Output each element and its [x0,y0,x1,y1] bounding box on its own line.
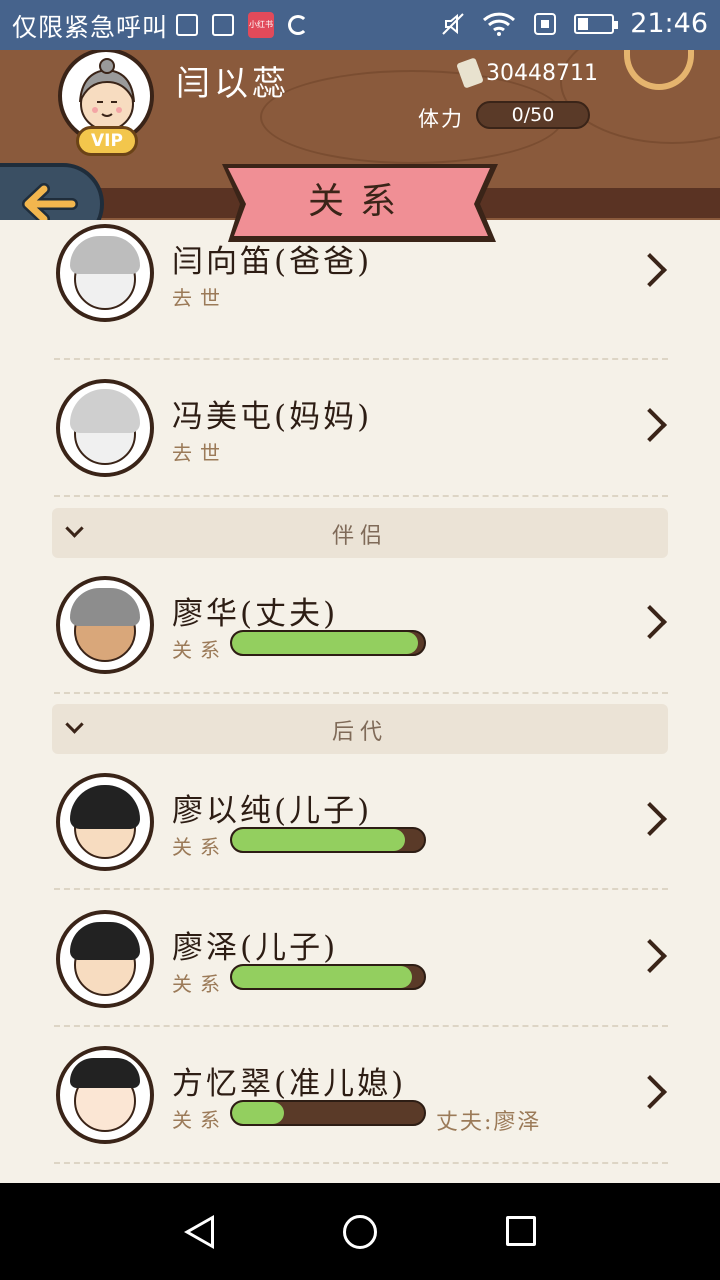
avatar-husband [56,576,154,674]
relationship-bar-fill [232,829,405,851]
avatar-hair [70,389,140,433]
coin-counter: 30448711 [456,57,598,89]
stamina-bar: 0/50 [476,101,590,129]
relationship-bar-fill [232,1102,284,1124]
mute-icon [442,12,464,35]
avatar-hair [70,1058,140,1088]
back-button[interactable] [0,163,104,220]
chevron-right-icon [633,408,667,442]
relation-name: 廖泽(儿子) [172,930,339,966]
sim-icon [176,14,198,36]
relationship-bar [230,1100,426,1126]
nav-home-icon[interactable] [343,1215,377,1249]
app-badge-icon: 小红书 [248,12,274,38]
image-icon [212,14,234,36]
section-header-partner[interactable]: 伴侣 [52,508,668,558]
relation-label: 关系 [172,638,228,662]
back-arrow-icon [22,183,78,220]
status-bar: 仅限紧急呼叫 小红书 21:46 [0,0,720,50]
divider [54,692,668,694]
relationship-bar [230,630,426,656]
section-header-descendants[interactable]: 后代 [52,704,668,754]
avatar-dad [56,224,154,322]
divider [54,1162,668,1164]
chevron-right-icon [633,605,667,639]
avatar-hair [70,922,140,960]
relation-row-son1[interactable]: 廖以纯(儿子) 关系 [0,755,720,892]
relation-name: 冯美屯(妈妈) [172,399,373,435]
relationship-bar [230,964,426,990]
coin-value: 30448711 [486,60,598,86]
stamina-label: 体力 [418,107,464,131]
relation-label: 关系 [172,835,228,859]
page-title: 关系 [307,181,412,222]
chevron-right-icon [633,253,667,287]
relation-status: 去世 [172,441,228,465]
chevron-right-icon [633,939,667,973]
relation-status: 去世 [172,286,228,310]
avatar-fiancee [56,1046,154,1144]
nav-back-inner [190,1220,211,1244]
navigation-bar [0,1183,720,1280]
relations-list: 闫向笛(爸爸) 去世 冯美屯(妈妈) 去世 伴侣 廖华(丈夫) 关系 后代 廖以… [0,220,720,1183]
notification-icons: 小红书 [176,12,308,38]
carrier-text: 仅限紧急呼叫 [12,13,169,42]
relationship-bar-fill [232,966,413,988]
section-title: 伴侣 [331,524,388,549]
money-icon [456,57,484,89]
relation-row-husband[interactable]: 廖华(丈夫) 关系 [0,558,720,695]
avatar-son1 [56,773,154,871]
relation-name: 廖以纯(儿子) [172,793,373,829]
divider [54,495,668,497]
battery-icon [574,13,619,34]
chevron-right-icon [633,802,667,836]
divider [54,888,668,890]
system-icons: 21:46 [440,8,708,39]
divider [54,1025,668,1027]
avatar-son2 [56,910,154,1008]
sim-status-icon [534,12,557,35]
section-title: 后代 [331,720,388,745]
spouse-label: 丈夫:廖泽 [436,1110,542,1135]
avatar-mom [56,379,154,477]
relation-row-son2[interactable]: 廖泽(儿子) 关系 [0,892,720,1029]
relationship-bar-fill [232,632,419,654]
sync-icon [288,15,308,35]
relation-row-fiancee[interactable]: 方忆翠(准儿媳) 关系 丈夫:廖泽 [0,1028,720,1165]
nav-recent-icon[interactable] [506,1216,536,1246]
relation-name: 方忆翠(准儿媳) [172,1066,407,1102]
chevron-right-icon [633,1075,667,1109]
wifi-icon [483,12,516,36]
vip-badge: VIP [76,126,138,156]
player-name: 闫以蕊 [176,64,290,104]
avatar-hair [70,588,140,626]
relationship-bar [230,827,426,853]
relation-label: 关系 [172,1108,228,1132]
relation-row-mom[interactable]: 冯美屯(妈妈) 去世 [0,361,720,498]
relation-label: 关系 [172,972,228,996]
avatar-hair [70,785,140,829]
avatar-hair [70,236,140,274]
relation-name: 廖华(丈夫) [172,596,339,632]
divider [54,358,668,360]
clock: 21:46 [630,8,708,39]
